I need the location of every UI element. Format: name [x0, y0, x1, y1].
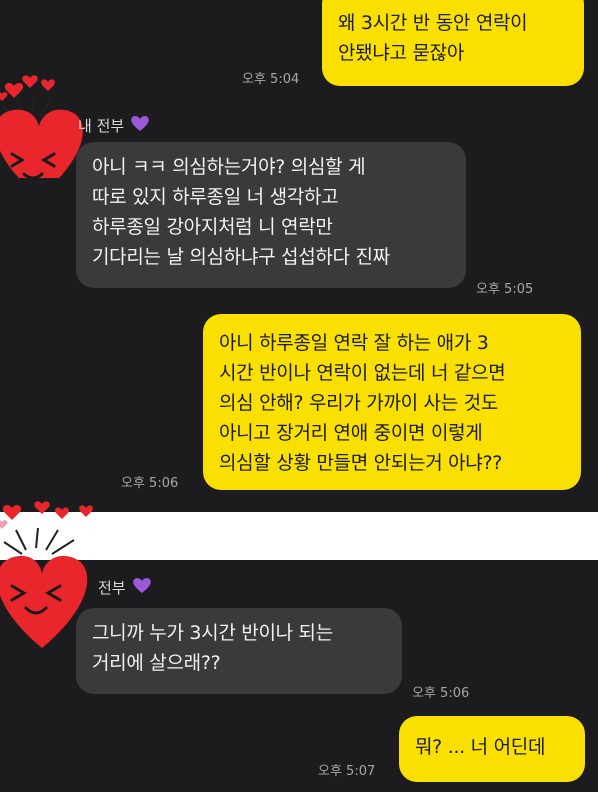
- sender-name: 내 전부: [78, 116, 125, 135]
- message-timestamp: 오후 5:07: [318, 764, 376, 779]
- their-message-bubble[interactable]: 아니 ㅋㅋ 의심하는거야? 의심할 게 따로 있지 하루종일 너 생각하고 하루…: [76, 142, 466, 288]
- message-timestamp: 오후 5:06: [121, 476, 179, 491]
- message-timestamp: 오후 5:06: [412, 686, 470, 701]
- message-timestamp: 오후 5:04: [242, 72, 300, 87]
- shy-heart-sticker: [0, 38, 84, 198]
- message-timestamp: 오후 5:05: [476, 282, 534, 297]
- their-message-bubble[interactable]: 그니까 누가 3시간 반이나 되는 거리에 살으래??: [76, 608, 402, 694]
- shy-heart-sticker: [0, 498, 96, 658]
- my-message-bubble[interactable]: 아니 하루종일 연락 잘 하는 애가 3 시간 반이나 연락이 없는데 너 같으…: [203, 314, 581, 490]
- my-message-bubble[interactable]: 왜 3시간 반 동안 연락이 안됐냐고 묻잖아: [322, 0, 584, 86]
- purple-heart-icon: [130, 114, 150, 136]
- sender-name-row: 내 전부: [78, 114, 150, 136]
- sender-name: 전부: [98, 578, 126, 597]
- sender-name-row: 전부: [98, 576, 152, 598]
- chat-screenshot-top: 왜 3시간 반 동안 연락이 안됐냐고 묻잖아 오후 5:04 내 전부 아니 …: [0, 0, 598, 512]
- purple-heart-icon: [132, 576, 152, 598]
- my-message-bubble[interactable]: 뭐? ... 너 어딘데: [399, 716, 585, 782]
